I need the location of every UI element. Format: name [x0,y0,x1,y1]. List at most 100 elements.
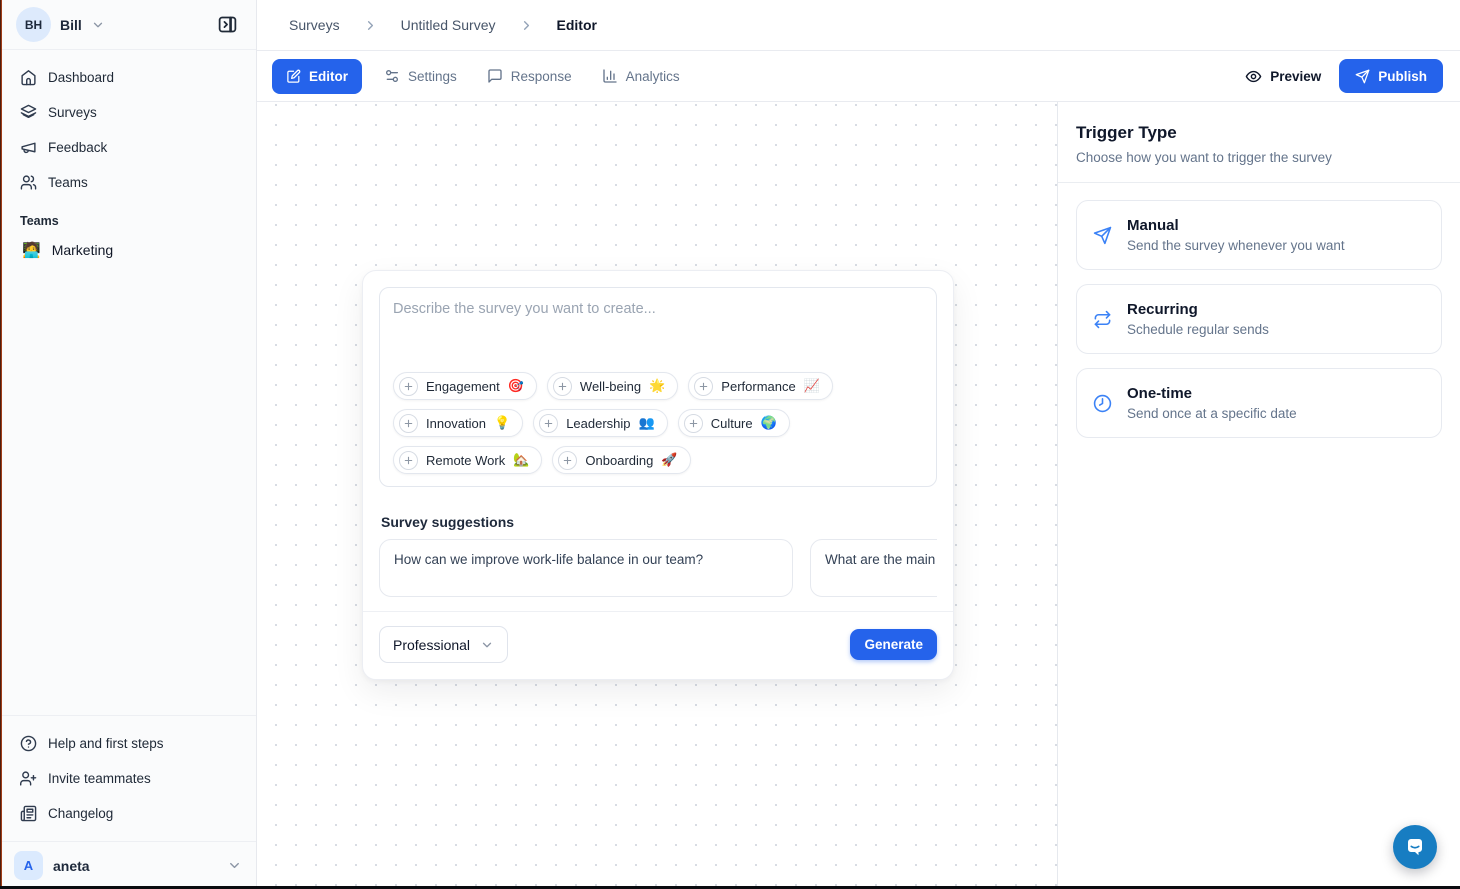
trigger-option-manual[interactable]: Manual Send the survey whenever you want [1076,200,1442,270]
topic-chip-innovation[interactable]: Innovation 💡 [393,409,523,437]
users-icon [20,174,37,191]
sidebar-item-invite[interactable]: Invite teammates [12,763,244,794]
chip-emoji: 📈 [804,378,820,394]
editor-canvas[interactable]: Engagement 🎯 Well-being 🌟 Performance [257,102,1057,889]
preview-button[interactable]: Preview [1245,68,1321,85]
sidebar-nav: Dashboard Surveys Feedback Teams [0,50,256,198]
user-plus-icon [20,770,37,787]
plus-icon [558,451,577,470]
survey-description-input[interactable] [393,301,923,372]
content-area: Engagement 🎯 Well-being 🌟 Performance [257,102,1460,889]
trigger-option-title: One-time [1127,385,1297,402]
clock-icon [1091,394,1113,413]
user-name: aneta [53,858,90,874]
trigger-options: Manual Send the survey whenever you want… [1058,183,1460,455]
sidebar-item-label: Help and first steps [48,736,164,751]
sidebar-footer: Help and first steps Invite teammates Ch… [0,715,256,841]
chip-emoji: 🌍 [761,415,777,431]
workspace-switcher[interactable]: BH Bill [0,0,256,50]
tab-response[interactable]: Response [479,59,580,94]
screen-edge-left [0,0,2,889]
app-window: BH Bill Dashboard Surveys [0,0,1460,889]
chevron-down-icon [91,18,105,32]
chevron-right-icon [519,18,534,33]
generate-button[interactable]: Generate [850,629,937,660]
plus-icon [399,451,418,470]
main-area: Surveys Untitled Survey Editor Editor Se… [257,0,1460,889]
layers-icon [20,104,37,121]
topic-chip-culture[interactable]: Culture 🌍 [678,409,790,437]
sidebar-section-teams-label: Teams [0,198,256,232]
help-circle-icon [20,735,37,752]
topic-chip-leadership[interactable]: Leadership 👥 [533,409,668,437]
sidebar-item-feedback[interactable]: Feedback [12,132,244,163]
breadcrumb-editor: Editor [557,17,597,33]
sidebar-item-changelog[interactable]: Changelog [12,798,244,829]
chip-label: Leadership [566,416,630,431]
team-label: Marketing [52,242,113,258]
tone-value: Professional [393,637,470,653]
publish-label: Publish [1378,69,1427,84]
plus-icon [684,414,703,433]
trigger-panel: Trigger Type Choose how you want to trig… [1057,102,1460,889]
suggestion-card[interactable]: How can we improve work-life balance in … [379,539,793,597]
topic-chip-performance[interactable]: Performance 📈 [688,372,833,400]
trigger-option-title: Manual [1127,217,1345,234]
publish-button[interactable]: Publish [1339,59,1443,93]
chip-label: Engagement [426,379,500,394]
sidebar: BH Bill Dashboard Surveys [0,0,257,889]
suggestions-title: Survey suggestions [379,514,937,530]
sidebar-item-surveys[interactable]: Surveys [12,97,244,128]
send-icon [1091,226,1113,245]
breadcrumb-untitled-survey[interactable]: Untitled Survey [401,17,496,33]
topic-chip-onboarding[interactable]: Onboarding 🚀 [552,446,690,474]
topic-chip-well-being[interactable]: Well-being 🌟 [547,372,678,400]
sidebar-item-label: Changelog [48,806,113,821]
chip-label: Well-being [580,379,641,394]
sidebar-item-dashboard[interactable]: Dashboard [12,62,244,93]
workspace-name: Bill [60,17,82,33]
sidebar-item-teams[interactable]: Teams [12,167,244,198]
chevron-right-icon [363,18,378,33]
trigger-option-recurring[interactable]: Recurring Schedule regular sends [1076,284,1442,354]
sidebar-item-marketing[interactable]: 🧑‍💻 Marketing [12,234,244,266]
tab-label: Analytics [626,69,680,84]
tab-settings[interactable]: Settings [376,59,465,94]
team-emoji: 🧑‍💻 [22,241,41,259]
trigger-option-description: Schedule regular sends [1127,322,1269,337]
trigger-option-description: Send once at a specific date [1127,406,1297,421]
tab-label: Settings [408,69,457,84]
workspace-avatar: BH [16,7,51,42]
repeat-icon [1091,310,1113,329]
collapse-sidebar-button[interactable] [212,10,242,40]
topic-chip-engagement[interactable]: Engagement 🎯 [393,372,537,400]
edit-icon [286,69,301,84]
chip-emoji: 🎯 [508,378,524,394]
chevron-down-icon [227,858,242,873]
topic-chip-remote-work[interactable]: Remote Work 🏡 [393,446,542,474]
suggestion-card[interactable]: What are the main ob [810,539,937,597]
trigger-option-one-time[interactable]: One-time Send once at a specific date [1076,368,1442,438]
tab-label: Response [511,69,572,84]
tone-select[interactable]: Professional [379,626,508,663]
sidebar-item-help[interactable]: Help and first steps [12,728,244,759]
message-square-icon [487,68,503,84]
tab-analytics[interactable]: Analytics [594,59,688,94]
toolbar-right: Preview Publish [1245,59,1443,93]
chip-emoji: 🌟 [649,378,665,394]
plus-icon [553,377,572,396]
breadcrumb-surveys[interactable]: Surveys [289,17,340,33]
plus-icon [399,377,418,396]
sidebar-item-label: Invite teammates [48,771,151,786]
trigger-panel-subtitle: Choose how you want to trigger the surve… [1076,150,1442,165]
send-icon [1355,69,1370,84]
composer-footer: Professional Generate [379,612,937,663]
topic-chips: Engagement 🎯 Well-being 🌟 Performance [393,372,923,474]
chip-label: Performance [721,379,795,394]
tab-editor[interactable]: Editor [272,59,362,94]
user-avatar: A [14,851,43,880]
sidebar-item-label: Surveys [48,105,97,120]
chat-widget-button[interactable] [1393,825,1437,869]
eye-icon [1245,68,1262,85]
user-menu[interactable]: A aneta [0,841,256,889]
